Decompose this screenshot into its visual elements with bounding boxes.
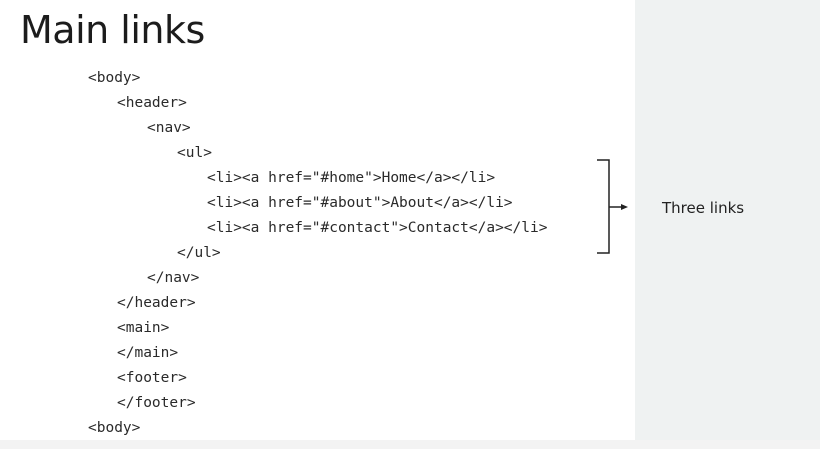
bracket-connector xyxy=(597,159,628,254)
bracket-shape xyxy=(597,159,610,254)
annotation-label: Three links xyxy=(662,199,745,217)
arrow-icon xyxy=(621,204,628,210)
